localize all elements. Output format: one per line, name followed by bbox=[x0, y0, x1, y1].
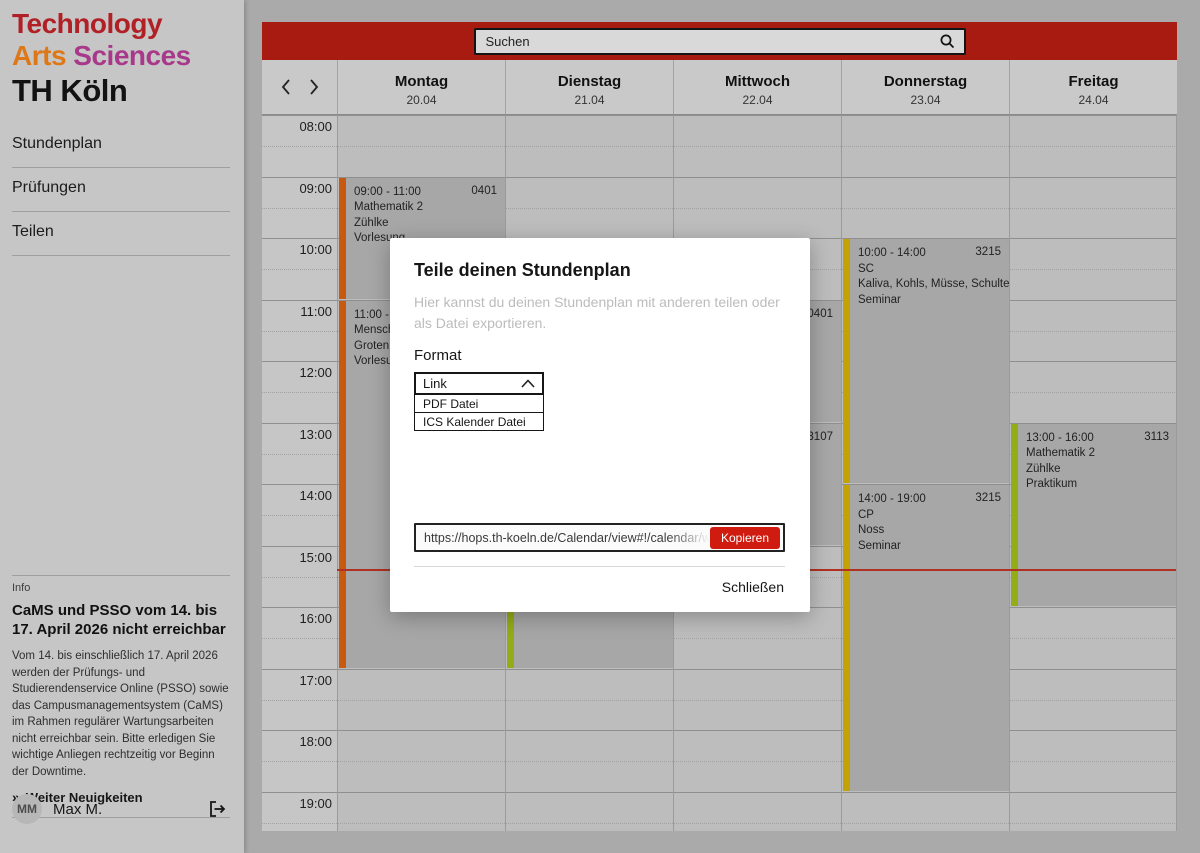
chevron-right-icon[interactable] bbox=[307, 78, 321, 96]
top-red-bar bbox=[262, 22, 1177, 60]
format-option-ics-kalender-datei[interactable]: ICS Kalender Datei bbox=[414, 413, 544, 432]
modal-divider bbox=[414, 566, 785, 567]
week-nav bbox=[262, 60, 337, 114]
time-label: 12:00 bbox=[299, 365, 332, 380]
time-label: 17:00 bbox=[299, 672, 332, 688]
event-type: Seminar bbox=[858, 293, 901, 306]
day-name: Donnerstag bbox=[883, 73, 968, 90]
day-name: Montag bbox=[394, 73, 449, 90]
logo-line-sciences: Sciences bbox=[73, 39, 191, 71]
day-header-donnerstag[interactable]: Donnerstag 23.04 bbox=[841, 60, 1009, 114]
logout-icon[interactable] bbox=[206, 798, 228, 820]
format-option-pdf-datei[interactable]: PDF Datei bbox=[414, 395, 544, 414]
event-room: 0401 bbox=[807, 307, 833, 320]
event-block[interactable]: 14:00 - 19:00 3215 CP Noss Seminar bbox=[843, 485, 1009, 791]
day-date: 24.04 bbox=[1078, 93, 1109, 107]
day-column-donnerstag: 10:00 - 14:00 3215 SC Kaliva, Kohls, Müsse,… bbox=[841, 115, 1009, 831]
sidebar-menu: Stundenplan Prüfungen Teilen bbox=[0, 124, 244, 257]
logo-line-arts: Arts bbox=[12, 39, 67, 71]
format-label: Format bbox=[414, 347, 462, 365]
day-name: Dienstag bbox=[557, 73, 622, 90]
event-title: Mathematik 2 bbox=[354, 201, 424, 213]
time-label: 19:00 bbox=[299, 795, 332, 811]
logo-line-th-koeln: TH Köln bbox=[12, 73, 128, 109]
event-title: SC bbox=[858, 262, 874, 275]
day-header-montag[interactable]: Montag 20.04 bbox=[337, 60, 505, 114]
share-url-field[interactable]: https://hops.th-koeln.de/Calendar/view#!… bbox=[424, 530, 710, 545]
share-modal: Teile deinen Stundenplan Hier kannst du … bbox=[390, 238, 810, 612]
format-select: Link PDF Datei ICS Kalender Datei bbox=[414, 372, 544, 432]
day-date: 22.04 bbox=[742, 93, 773, 107]
event-room: 3215 bbox=[975, 246, 1001, 258]
time-label: 18:00 bbox=[299, 734, 332, 749]
modal-title: Teile deinen Stundenplan bbox=[414, 260, 631, 280]
time-label: 16:00 bbox=[299, 611, 332, 626]
th-koeln-logo: Technology Arts Sciences TH Köln bbox=[0, 0, 244, 108]
format-options-list: PDF Datei ICS Kalender Datei bbox=[414, 395, 544, 432]
info-title: CaMS und PSSO vom 14. bis 17. April 2026… bbox=[12, 602, 226, 639]
event-lecturers: Zühlke bbox=[1026, 462, 1061, 475]
search-input[interactable] bbox=[485, 33, 939, 49]
chevron-up-icon bbox=[521, 379, 535, 388]
day-header-dienstag[interactable]: Dienstag 21.04 bbox=[505, 60, 673, 114]
day-header-mittwoch[interactable]: Mittwoch 22.04 bbox=[673, 60, 841, 114]
avatar: MM bbox=[12, 794, 42, 824]
event-room: 0401 bbox=[471, 184, 497, 197]
modal-subtitle: Hier kannst du deinen Stundenplan mit an… bbox=[414, 294, 780, 331]
share-url-row: https://hops.th-koeln.de/Calendar/view#!… bbox=[414, 523, 785, 552]
time-label: 09:00 bbox=[299, 180, 332, 196]
event-lecturers: Zühlke bbox=[354, 216, 389, 229]
info-box: Info CaMS und PSSO vom 14. bis 17. April… bbox=[12, 575, 230, 819]
format-select-trigger[interactable]: Link bbox=[414, 372, 544, 396]
logo-line-technology: Technology bbox=[12, 8, 163, 39]
day-date: 23.04 bbox=[910, 93, 941, 107]
format-selected-value: Link bbox=[423, 376, 447, 392]
chevron-left-icon[interactable] bbox=[279, 78, 293, 96]
sidebar-item-prfungen[interactable]: Prüfungen bbox=[12, 168, 230, 213]
day-name: Mittwoch bbox=[725, 73, 790, 90]
event-type: Seminar bbox=[858, 539, 901, 552]
event-room: 3215 bbox=[975, 492, 1001, 504]
user-name: Max M. bbox=[53, 800, 103, 818]
day-name: Freitag bbox=[1068, 73, 1119, 90]
sidebar-item-stundenplan[interactable]: Stundenplan bbox=[12, 124, 230, 169]
time-label: 15:00 bbox=[299, 549, 332, 565]
info-section-label: Info bbox=[12, 582, 31, 594]
event-title: CP bbox=[858, 508, 874, 521]
time-label: 14:00 bbox=[299, 488, 332, 503]
time-label: 10:00 bbox=[299, 242, 332, 257]
sidebar-item-teilen[interactable]: Teilen bbox=[12, 212, 230, 257]
time-label: 13:00 bbox=[299, 426, 332, 442]
sidebar: Technology Arts Sciences TH Köln Stunden… bbox=[0, 0, 244, 853]
event-type: Praktikum bbox=[1026, 478, 1078, 490]
info-body: Vom 14. bis einschließlich 17. April 202… bbox=[12, 650, 229, 778]
day-column-freitag: 13:00 - 16:00 3113 Mathematik 2 Zühlke Prakt… bbox=[1009, 115, 1176, 831]
day-date: 20.04 bbox=[406, 93, 437, 107]
day-header-freitag[interactable]: Freitag 24.04 bbox=[1009, 60, 1177, 114]
event-block[interactable]: 10:00 - 14:00 3215 SC Kaliva, Kohls, Müsse,… bbox=[843, 239, 1009, 483]
time-label: 08:00 bbox=[299, 119, 332, 134]
copy-button[interactable]: Kopieren bbox=[709, 526, 780, 549]
event-title: Mathematik 2 bbox=[1026, 447, 1096, 459]
search-icon[interactable] bbox=[939, 33, 956, 50]
time-label: 11:00 bbox=[300, 303, 332, 319]
event-room: 3107 bbox=[807, 430, 833, 443]
day-date: 21.04 bbox=[574, 93, 605, 107]
user-row: MM Max M. bbox=[12, 792, 228, 826]
event-room: 3113 bbox=[1144, 430, 1169, 443]
event-block[interactable]: 13:00 - 16:00 3113 Mathematik 2 Zühlke Prakt… bbox=[1011, 423, 1176, 606]
event-lecturers: Kaliva, Kohls, Müsse, Schulte bbox=[858, 278, 1009, 290]
day-header-row: Montag 20.04 Dienstag 21.04 Mittwoch 22.04 Don… bbox=[262, 60, 1177, 115]
event-lecturers: Noss bbox=[858, 524, 885, 536]
close-button[interactable]: Schließen bbox=[722, 579, 784, 595]
search-box bbox=[473, 27, 966, 55]
